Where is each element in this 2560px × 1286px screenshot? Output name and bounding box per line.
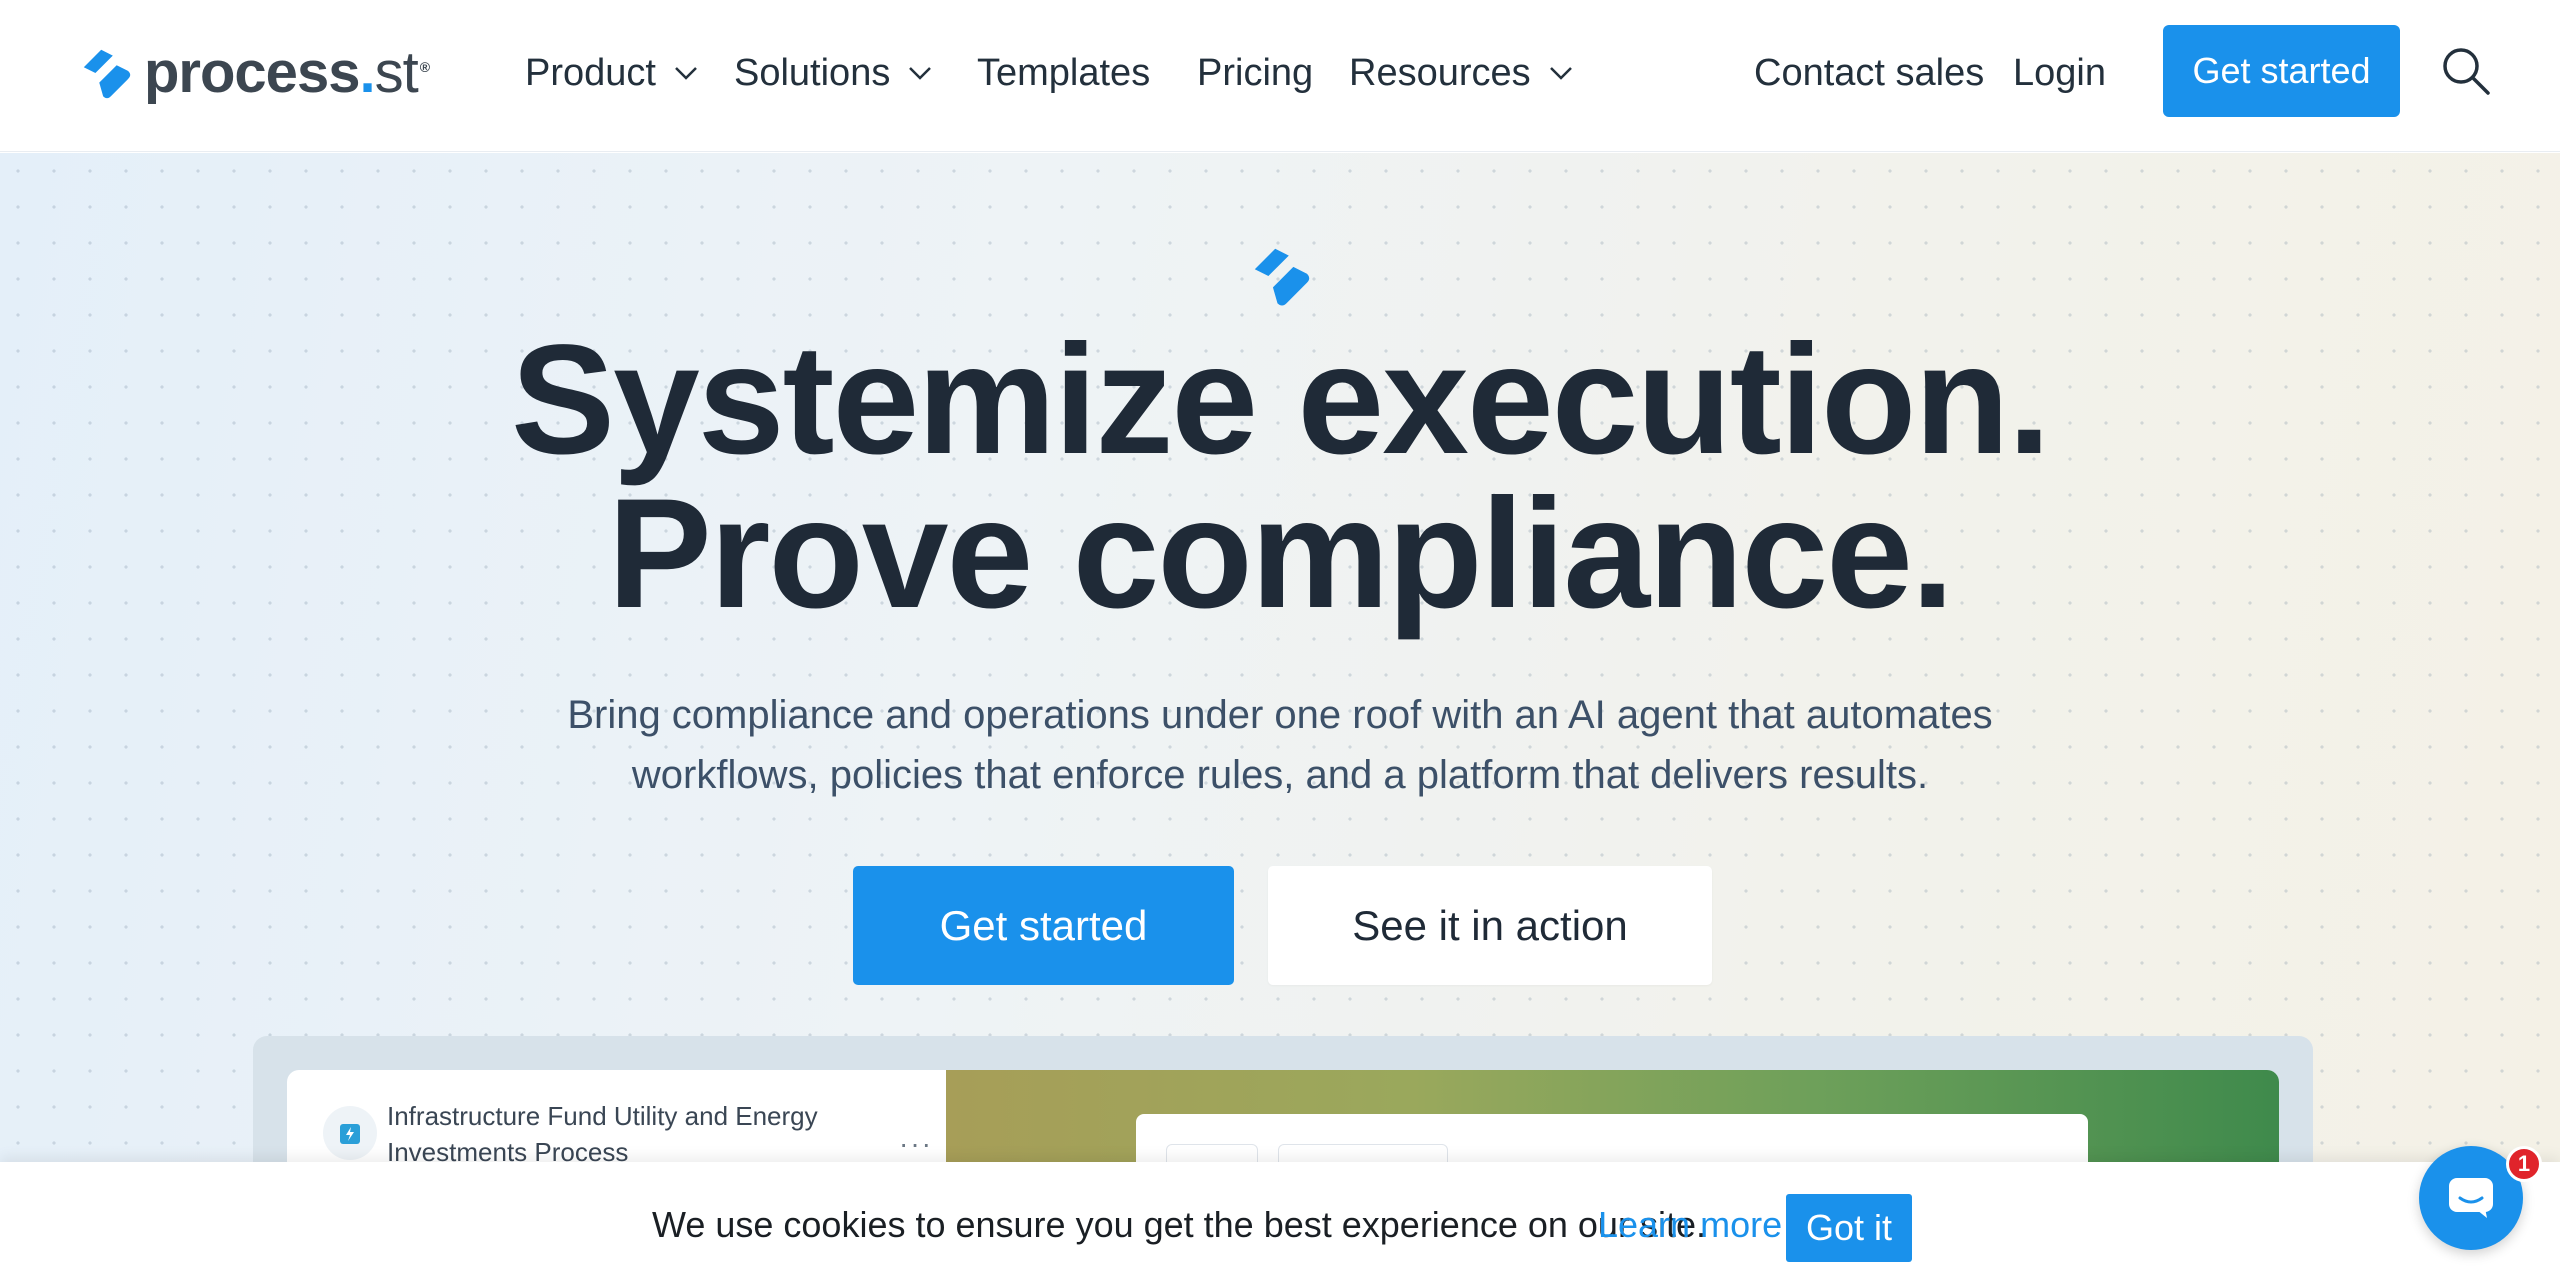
hero-heading: Systemize execution. Prove compliance.	[0, 322, 2560, 632]
see-it-in-action-button[interactable]: See it in action	[1268, 866, 1712, 985]
chevron-down-icon	[908, 66, 932, 80]
chevron-down-icon	[1549, 66, 1573, 80]
nav-item-label: Resources	[1349, 51, 1531, 94]
nav-item-pricing[interactable]: Pricing	[1197, 48, 1313, 98]
chevron-down-icon	[674, 66, 698, 80]
logo-text: process.st ®	[144, 40, 430, 105]
workflow-icon	[323, 1106, 377, 1160]
nav-item-templates[interactable]: Templates	[977, 48, 1150, 98]
nav-item-label: Templates	[977, 51, 1151, 94]
nav-item-label: Solutions	[734, 51, 891, 94]
hero-heading-line-2: Prove compliance.	[607, 467, 1955, 641]
hero-subtitle: Bring compliance and operations under on…	[567, 693, 1993, 797]
cookie-banner: We use cookies to ensure you get the bes…	[0, 1162, 2560, 1286]
hero-section: Systemize execution. Prove compliance. B…	[0, 153, 2560, 1286]
get-started-button[interactable]: Get started	[853, 866, 1234, 985]
contact-sales-link[interactable]: Contact sales	[1754, 48, 1984, 98]
learn-more-link[interactable]: Learn more	[1598, 1204, 1782, 1246]
nav-get-started-button[interactable]: Get started	[2163, 25, 2400, 117]
logo[interactable]: process.st ®	[78, 40, 430, 106]
more-options-icon[interactable]: ···	[899, 1128, 933, 1160]
nav-item-product[interactable]: Product	[525, 48, 698, 98]
nav-item-label: Pricing	[1197, 51, 1314, 94]
logo-mark-icon	[1254, 248, 1310, 306]
top-nav: process.st ® Product Solutions Templates …	[0, 0, 2560, 152]
nav-item-resources[interactable]: Resources	[1349, 48, 1573, 98]
hero-heading-line-1: Systemize execution.	[511, 313, 2051, 487]
search-icon[interactable]	[2440, 45, 2492, 97]
logo-mark-icon	[83, 49, 131, 99]
login-link[interactable]: Login	[2013, 48, 2106, 98]
workflow-title: Infrastructure Fund Utility and Energy I…	[387, 1101, 818, 1167]
cookie-message: We use cookies to ensure you get the bes…	[652, 1204, 1706, 1245]
notification-badge: 1	[2506, 1146, 2542, 1182]
nav-item-solutions[interactable]: Solutions	[734, 48, 932, 98]
nav-item-label: Product	[525, 51, 656, 94]
got-it-button[interactable]: Got it	[1786, 1194, 1912, 1262]
chat-icon	[2449, 1178, 2493, 1218]
